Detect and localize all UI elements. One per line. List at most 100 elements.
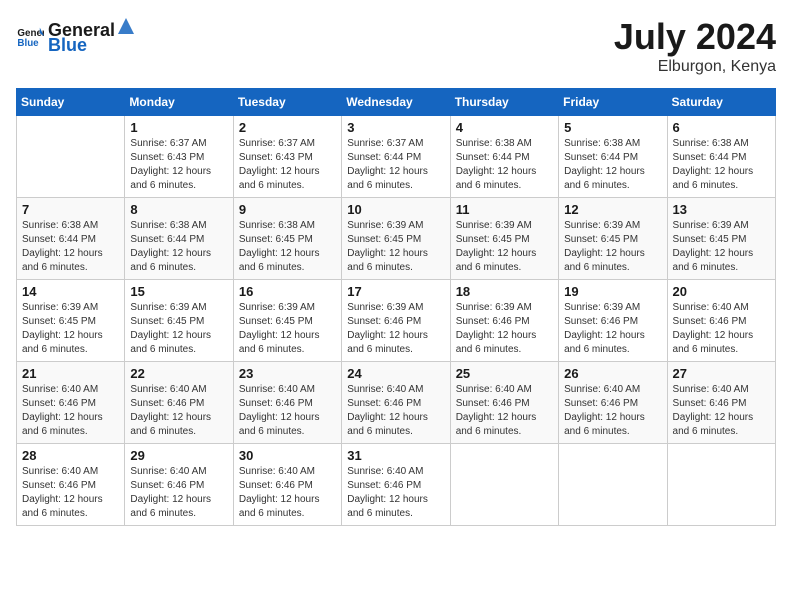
weekday-header-row: SundayMondayTuesdayWednesdayThursdayFrid… (17, 89, 776, 116)
calendar-cell: 13Sunrise: 6:39 AM Sunset: 6:45 PM Dayli… (667, 198, 775, 280)
day-info: Sunrise: 6:39 AM Sunset: 6:45 PM Dayligh… (239, 301, 336, 357)
day-info: Sunrise: 6:39 AM Sunset: 6:46 PM Dayligh… (564, 301, 661, 357)
title-area: July 2024 Elburgon, Kenya (614, 16, 776, 76)
calendar-week-row: 1Sunrise: 6:37 AM Sunset: 6:43 PM Daylig… (17, 116, 776, 198)
day-number: 15 (130, 284, 227, 299)
calendar-cell: 7 Sunrise: 6:38 AM Sunset: 6:44 PM Daylig… (17, 198, 125, 280)
day-number: 12 (564, 202, 661, 217)
page-header: General Blue General Blue July 2024 Elbu… (16, 16, 776, 76)
day-number: 2 (239, 120, 336, 135)
calendar-cell: 21 Sunrise: 6:40 AM Sunset: 6:46 PM Dayli… (17, 362, 125, 444)
day-info: Sunrise: 6:40 AM Sunset: 6:46 PM Dayligh… (456, 383, 553, 439)
day-info: Sunrise: 6:38 AM Sunset: 6:44 PM Dayligh… (564, 137, 661, 193)
day-info: Sunrise: 6:39 AM Sunset: 6:45 PM Dayligh… (673, 219, 770, 275)
svg-text:Blue: Blue (17, 38, 39, 49)
calendar-cell (559, 444, 667, 526)
day-number: 8 (130, 202, 227, 217)
day-info: Sunrise: 6:40 AM Sunset: 6:46 PM Dayligh… (673, 383, 770, 439)
day-info: Sunrise: 6:39 AM Sunset: 6:46 PM Dayligh… (347, 301, 444, 357)
weekday-header-saturday: Saturday (667, 89, 775, 116)
calendar-week-row: 28 Sunrise: 6:40 AM Sunset: 6:46 PM Dayli… (17, 444, 776, 526)
calendar-cell: 10 Sunrise: 6:39 AM Sunset: 6:45 PM Dayli… (342, 198, 450, 280)
day-info: Sunrise: 6:40 AM Sunset: 6:46 PM Dayligh… (22, 383, 119, 439)
calendar-cell: 15Sunrise: 6:39 AM Sunset: 6:45 PM Dayli… (125, 280, 233, 362)
calendar-cell: 28 Sunrise: 6:40 AM Sunset: 6:46 PM Dayli… (17, 444, 125, 526)
calendar-cell: 6 Sunrise: 6:38 AM Sunset: 6:44 PM Daylig… (667, 116, 775, 198)
calendar-cell: 3Sunrise: 6:37 AM Sunset: 6:44 PM Daylig… (342, 116, 450, 198)
day-number: 11 (456, 202, 553, 217)
calendar-cell: 31Sunrise: 6:40 AM Sunset: 6:46 PM Dayli… (342, 444, 450, 526)
calendar-cell: 19Sunrise: 6:39 AM Sunset: 6:46 PM Dayli… (559, 280, 667, 362)
logo-icon: General Blue (16, 22, 44, 50)
calendar-week-row: 7 Sunrise: 6:38 AM Sunset: 6:44 PM Daylig… (17, 198, 776, 280)
calendar-cell: 4 Sunrise: 6:38 AM Sunset: 6:44 PM Daylig… (450, 116, 558, 198)
calendar-cell: 24 Sunrise: 6:40 AM Sunset: 6:46 PM Dayli… (342, 362, 450, 444)
day-number: 31 (347, 448, 444, 463)
day-info: Sunrise: 6:39 AM Sunset: 6:45 PM Dayligh… (347, 219, 444, 275)
calendar-cell (450, 444, 558, 526)
day-info: Sunrise: 6:39 AM Sunset: 6:45 PM Dayligh… (22, 301, 119, 357)
day-info: Sunrise: 6:40 AM Sunset: 6:46 PM Dayligh… (347, 383, 444, 439)
weekday-header-wednesday: Wednesday (342, 89, 450, 116)
logo: General Blue General Blue (16, 16, 137, 56)
day-info: Sunrise: 6:38 AM Sunset: 6:44 PM Dayligh… (456, 137, 553, 193)
day-number: 1 (130, 120, 227, 135)
day-number: 21 (22, 366, 119, 381)
calendar-cell: 25 Sunrise: 6:40 AM Sunset: 6:46 PM Dayli… (450, 362, 558, 444)
day-info: Sunrise: 6:40 AM Sunset: 6:46 PM Dayligh… (22, 465, 119, 521)
day-number: 6 (673, 120, 770, 135)
day-number: 25 (456, 366, 553, 381)
calendar-cell: 17 Sunrise: 6:39 AM Sunset: 6:46 PM Dayli… (342, 280, 450, 362)
calendar-cell (17, 116, 125, 198)
calendar-cell: 9 Sunrise: 6:38 AM Sunset: 6:45 PM Daylig… (233, 198, 341, 280)
day-info: Sunrise: 6:38 AM Sunset: 6:45 PM Dayligh… (239, 219, 336, 275)
calendar-cell: 30Sunrise: 6:40 AM Sunset: 6:46 PM Dayli… (233, 444, 341, 526)
day-number: 7 (22, 202, 119, 217)
day-number: 27 (673, 366, 770, 381)
calendar-cell: 14 Sunrise: 6:39 AM Sunset: 6:45 PM Dayli… (17, 280, 125, 362)
weekday-header-sunday: Sunday (17, 89, 125, 116)
day-number: 5 (564, 120, 661, 135)
calendar-table: SundayMondayTuesdayWednesdayThursdayFrid… (16, 88, 776, 526)
calendar-cell: 20Sunrise: 6:40 AM Sunset: 6:46 PM Dayli… (667, 280, 775, 362)
day-info: Sunrise: 6:40 AM Sunset: 6:46 PM Dayligh… (130, 465, 227, 521)
day-number: 29 (130, 448, 227, 463)
calendar-cell: 29 Sunrise: 6:40 AM Sunset: 6:46 PM Dayli… (125, 444, 233, 526)
day-info: Sunrise: 6:39 AM Sunset: 6:46 PM Dayligh… (456, 301, 553, 357)
weekday-header-thursday: Thursday (450, 89, 558, 116)
day-info: Sunrise: 6:40 AM Sunset: 6:46 PM Dayligh… (130, 383, 227, 439)
calendar-cell: 2Sunrise: 6:37 AM Sunset: 6:43 PM Daylig… (233, 116, 341, 198)
day-number: 9 (239, 202, 336, 217)
location-title: Elburgon, Kenya (614, 58, 776, 76)
calendar-week-row: 14 Sunrise: 6:39 AM Sunset: 6:45 PM Dayli… (17, 280, 776, 362)
day-info: Sunrise: 6:40 AM Sunset: 6:46 PM Dayligh… (673, 301, 770, 357)
calendar-cell: 8 Sunrise: 6:38 AM Sunset: 6:44 PM Daylig… (125, 198, 233, 280)
weekday-header-monday: Monday (125, 89, 233, 116)
calendar-cell: 26 Sunrise: 6:40 AM Sunset: 6:46 PM Dayli… (559, 362, 667, 444)
calendar-cell: 16 Sunrise: 6:39 AM Sunset: 6:45 PM Dayli… (233, 280, 341, 362)
calendar-cell: 27 Sunrise: 6:40 AM Sunset: 6:46 PM Dayli… (667, 362, 775, 444)
day-info: Sunrise: 6:38 AM Sunset: 6:44 PM Dayligh… (673, 137, 770, 193)
day-info: Sunrise: 6:39 AM Sunset: 6:45 PM Dayligh… (456, 219, 553, 275)
day-number: 26 (564, 366, 661, 381)
calendar-week-row: 21 Sunrise: 6:40 AM Sunset: 6:46 PM Dayli… (17, 362, 776, 444)
day-number: 24 (347, 366, 444, 381)
weekday-header-friday: Friday (559, 89, 667, 116)
logo-triangle-icon (116, 16, 136, 36)
day-info: Sunrise: 6:40 AM Sunset: 6:46 PM Dayligh… (564, 383, 661, 439)
day-number: 28 (22, 448, 119, 463)
day-number: 17 (347, 284, 444, 299)
day-number: 3 (347, 120, 444, 135)
day-number: 10 (347, 202, 444, 217)
day-info: Sunrise: 6:39 AM Sunset: 6:45 PM Dayligh… (564, 219, 661, 275)
day-number: 14 (22, 284, 119, 299)
calendar-cell (667, 444, 775, 526)
calendar-cell: 18Sunrise: 6:39 AM Sunset: 6:46 PM Dayli… (450, 280, 558, 362)
calendar-cell: 1Sunrise: 6:37 AM Sunset: 6:43 PM Daylig… (125, 116, 233, 198)
day-number: 23 (239, 366, 336, 381)
day-info: Sunrise: 6:38 AM Sunset: 6:44 PM Dayligh… (130, 219, 227, 275)
day-info: Sunrise: 6:38 AM Sunset: 6:44 PM Dayligh… (22, 219, 119, 275)
day-number: 4 (456, 120, 553, 135)
calendar-cell: 5 Sunrise: 6:38 AM Sunset: 6:44 PM Daylig… (559, 116, 667, 198)
day-number: 16 (239, 284, 336, 299)
